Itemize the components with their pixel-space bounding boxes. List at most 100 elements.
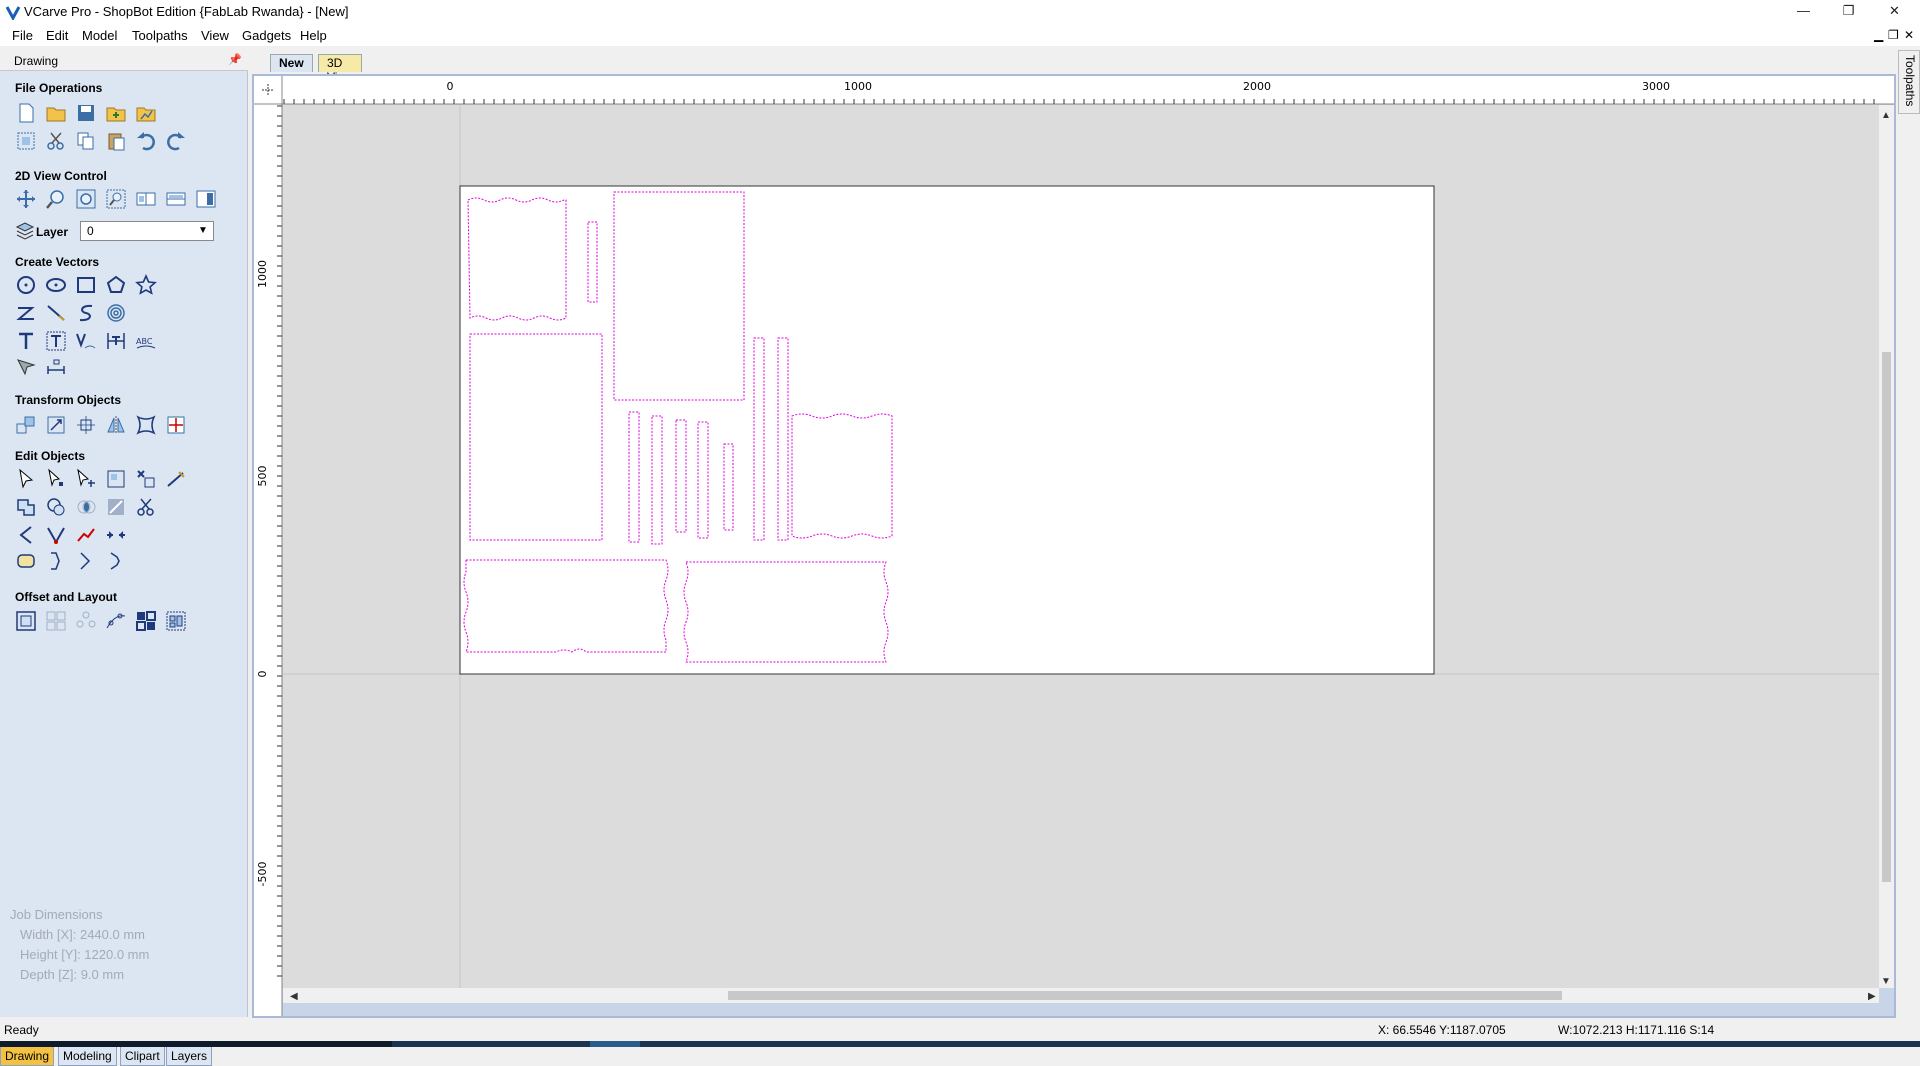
trace-bitmap-icon[interactable] bbox=[14, 355, 38, 379]
scroll-down-icon[interactable]: ▼ bbox=[1881, 976, 1891, 987]
undo-icon[interactable] bbox=[134, 129, 158, 153]
chamfer-icon[interactable] bbox=[74, 549, 98, 573]
restore-button[interactable]: ❐ bbox=[1826, 0, 1871, 24]
corner-icon[interactable] bbox=[104, 549, 128, 573]
fillet-icon[interactable] bbox=[104, 495, 128, 519]
selection-tools-icon[interactable] bbox=[104, 467, 128, 491]
draw-text-icon[interactable] bbox=[14, 329, 38, 353]
menu-help[interactable]: Help bbox=[300, 28, 327, 43]
view-toggle-icon[interactable] bbox=[194, 187, 218, 211]
cut-icon[interactable] bbox=[44, 129, 68, 153]
scroll-left-icon[interactable]: ◀ bbox=[290, 991, 298, 1002]
auto-layout-text-icon[interactable] bbox=[44, 329, 68, 353]
tab-modeling[interactable]: Modeling bbox=[58, 1046, 117, 1066]
draw-rectangle-icon[interactable] bbox=[74, 273, 98, 297]
zoom-icon[interactable] bbox=[44, 187, 68, 211]
panel-header: Drawing 📌 bbox=[0, 49, 248, 71]
extend-icon[interactable] bbox=[104, 523, 128, 547]
join-vectors-icon[interactable] bbox=[44, 523, 68, 547]
anchor-icon[interactable] bbox=[164, 413, 188, 437]
save-icon[interactable] bbox=[74, 101, 98, 125]
tab-new[interactable]: New bbox=[270, 54, 313, 72]
chevron-down-icon[interactable]: ▼ bbox=[198, 221, 208, 241]
paste-icon[interactable] bbox=[104, 129, 128, 153]
ruler-label-v-500: 500 bbox=[256, 466, 269, 487]
weld-icon[interactable] bbox=[14, 495, 38, 519]
toolpaths-side-tab[interactable]: Toolpaths bbox=[1898, 50, 1920, 114]
align-icon[interactable] bbox=[74, 413, 98, 437]
tab-clipart[interactable]: Clipart bbox=[120, 1046, 165, 1066]
menu-toolpaths[interactable]: Toolpaths bbox=[132, 28, 188, 43]
dimension-tool-icon[interactable] bbox=[44, 355, 68, 379]
drawing-viewport[interactable]: 0 1000 2000 3000 1000 500 0 -500 ▲ ▼ ◀ ▶ bbox=[252, 74, 1896, 1018]
mdi-restore-button[interactable]: ❐ bbox=[1888, 28, 1899, 42]
menu-view[interactable]: View bbox=[201, 28, 229, 43]
vcarve-app-icon bbox=[5, 6, 21, 20]
mdi-minimize-button[interactable]: ▁ bbox=[1874, 28, 1883, 42]
mirror-icon[interactable] bbox=[104, 413, 128, 437]
zoom-selected-icon[interactable] bbox=[104, 187, 128, 211]
draw-curve-icon[interactable] bbox=[74, 301, 98, 325]
join-open-icon[interactable] bbox=[14, 523, 38, 547]
text-arc-icon[interactable]: ABC bbox=[134, 329, 158, 353]
draw-polyline-icon[interactable] bbox=[14, 301, 38, 325]
measure-icon[interactable] bbox=[164, 467, 188, 491]
intersect-icon[interactable] bbox=[74, 495, 98, 519]
redo-icon[interactable] bbox=[164, 129, 188, 153]
nesting-icon[interactable] bbox=[134, 609, 158, 633]
distort-icon[interactable] bbox=[134, 413, 158, 437]
trim-icon[interactable] bbox=[134, 495, 158, 519]
move-icon[interactable] bbox=[14, 413, 38, 437]
offset-icon[interactable] bbox=[14, 609, 38, 633]
draw-circle-icon[interactable] bbox=[14, 273, 38, 297]
offset-close-icon[interactable] bbox=[14, 549, 38, 573]
scroll-right-icon[interactable]: ▶ bbox=[1868, 991, 1876, 1002]
new-file-icon[interactable] bbox=[14, 101, 38, 125]
import-folder-icon[interactable] bbox=[104, 101, 128, 125]
draw-polygon-icon[interactable] bbox=[104, 273, 128, 297]
horizontal-scroll-thumb[interactable] bbox=[728, 991, 1562, 1000]
curve-fit-icon[interactable] bbox=[74, 523, 98, 547]
scroll-up-icon[interactable]: ▲ bbox=[1881, 110, 1891, 121]
minimize-button[interactable]: — bbox=[1781, 0, 1826, 24]
array-copy-icon[interactable] bbox=[44, 609, 68, 633]
select-icon[interactable] bbox=[14, 467, 38, 491]
pan-icon[interactable] bbox=[14, 187, 38, 211]
mdi-close-button[interactable]: ✕ bbox=[1904, 28, 1914, 42]
job-setup-icon[interactable] bbox=[14, 129, 38, 153]
zoom-extents-icon[interactable] bbox=[74, 187, 98, 211]
interactive-select-icon[interactable] bbox=[74, 467, 98, 491]
menu-file[interactable]: File bbox=[12, 28, 33, 43]
auto-nesting-icon[interactable] bbox=[164, 609, 188, 633]
draw-star-icon[interactable] bbox=[134, 273, 158, 297]
copy-along-vector-icon[interactable] bbox=[104, 609, 128, 633]
toolpaths-side-tab-label: Toolpaths bbox=[1903, 55, 1917, 107]
tab-layers[interactable]: Layers bbox=[166, 1046, 213, 1066]
drawing-canvas[interactable]: 0 1000 2000 3000 1000 500 0 -500 ▲ ▼ ◀ ▶ bbox=[254, 76, 1894, 1016]
pin-icon[interactable]: 📌 bbox=[228, 53, 242, 66]
view-left-icon[interactable] bbox=[134, 187, 158, 211]
node-edit-icon[interactable] bbox=[44, 467, 68, 491]
delete-icon[interactable] bbox=[134, 467, 158, 491]
menu-edit[interactable]: Edit bbox=[46, 28, 68, 43]
tab-3d-view[interactable]: 3D View bbox=[318, 54, 362, 84]
set-size-icon[interactable] bbox=[44, 413, 68, 437]
tab-drawing[interactable]: Drawing bbox=[0, 1046, 55, 1066]
vertical-scroll-thumb[interactable] bbox=[1882, 352, 1891, 882]
text-on-curve-icon[interactable] bbox=[74, 329, 98, 353]
view-split-icon[interactable] bbox=[164, 187, 188, 211]
circular-array-icon[interactable] bbox=[74, 609, 98, 633]
draw-ellipse-icon[interactable] bbox=[44, 273, 68, 297]
layer-dropdown[interactable]: 0 bbox=[80, 221, 214, 241]
import-bitmap-icon[interactable] bbox=[134, 101, 158, 125]
draw-line-icon[interactable] bbox=[44, 301, 68, 325]
draw-spiral-icon[interactable] bbox=[104, 301, 128, 325]
menu-gadgets[interactable]: Gadgets bbox=[242, 28, 291, 43]
close-button[interactable]: ✕ bbox=[1872, 0, 1917, 24]
subtract-icon[interactable] bbox=[44, 495, 68, 519]
copy-icon[interactable] bbox=[74, 129, 98, 153]
dimension-icon[interactable] bbox=[104, 329, 128, 353]
menu-model[interactable]: Model bbox=[82, 28, 117, 43]
open-file-icon[interactable] bbox=[44, 101, 68, 125]
fillet-corner-icon[interactable] bbox=[44, 549, 68, 573]
